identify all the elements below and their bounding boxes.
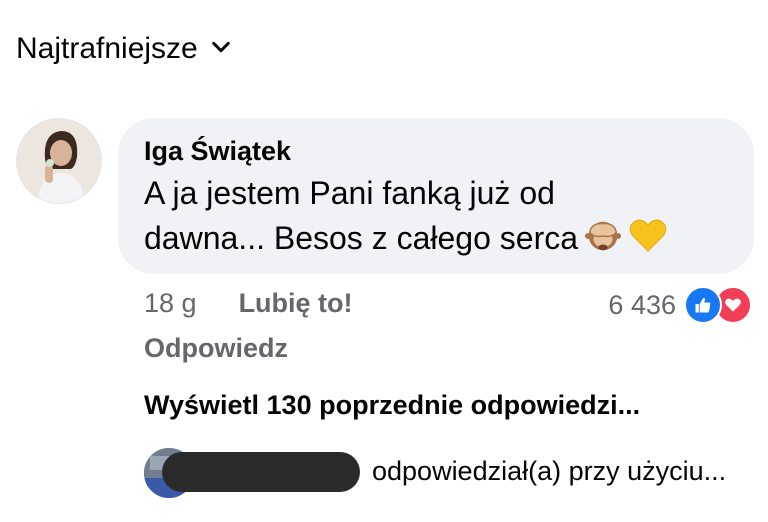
sort-dropdown[interactable]: Najtrafniejsze (16, 32, 232, 66)
yellow-heart-icon (628, 215, 668, 266)
sort-label: Najtrafniejsze (16, 32, 198, 65)
comment-author[interactable]: Iga Świątek (144, 136, 728, 167)
comment-bubble: Iga Świątek A ja jestem Pani fanką już o… (118, 118, 754, 274)
comment-text-line-2: dawna... Besos z całego serca (144, 215, 728, 266)
redacted-name (162, 452, 360, 492)
reactions-summary[interactable]: 6 436 (608, 286, 752, 324)
view-previous-replies-link[interactable]: Wyświetl 130 poprzednie odpowiedzi... (144, 390, 640, 421)
see-no-evil-monkey-icon (584, 217, 622, 266)
comment-time[interactable]: 18 g (144, 288, 197, 319)
comment-text-line: A ja jestem Pani fanką już od (144, 175, 555, 211)
reply-button[interactable]: Odpowiedz (144, 333, 288, 364)
comment-actions: 18 g Lubię to! (144, 288, 353, 319)
comment-text: A ja jestem Pani fanką już od dawna... B… (144, 171, 728, 266)
chevron-down-icon (210, 32, 232, 66)
reaction-count: 6 436 (608, 289, 676, 320)
like-button[interactable]: Lubię to! (239, 288, 353, 319)
like-icon (684, 286, 722, 324)
comment-text-line: dawna... Besos z całego serca (144, 220, 579, 256)
avatar[interactable] (16, 118, 102, 204)
reply-preview-text: odpowiedział(a) przy użyciu... (372, 456, 727, 486)
